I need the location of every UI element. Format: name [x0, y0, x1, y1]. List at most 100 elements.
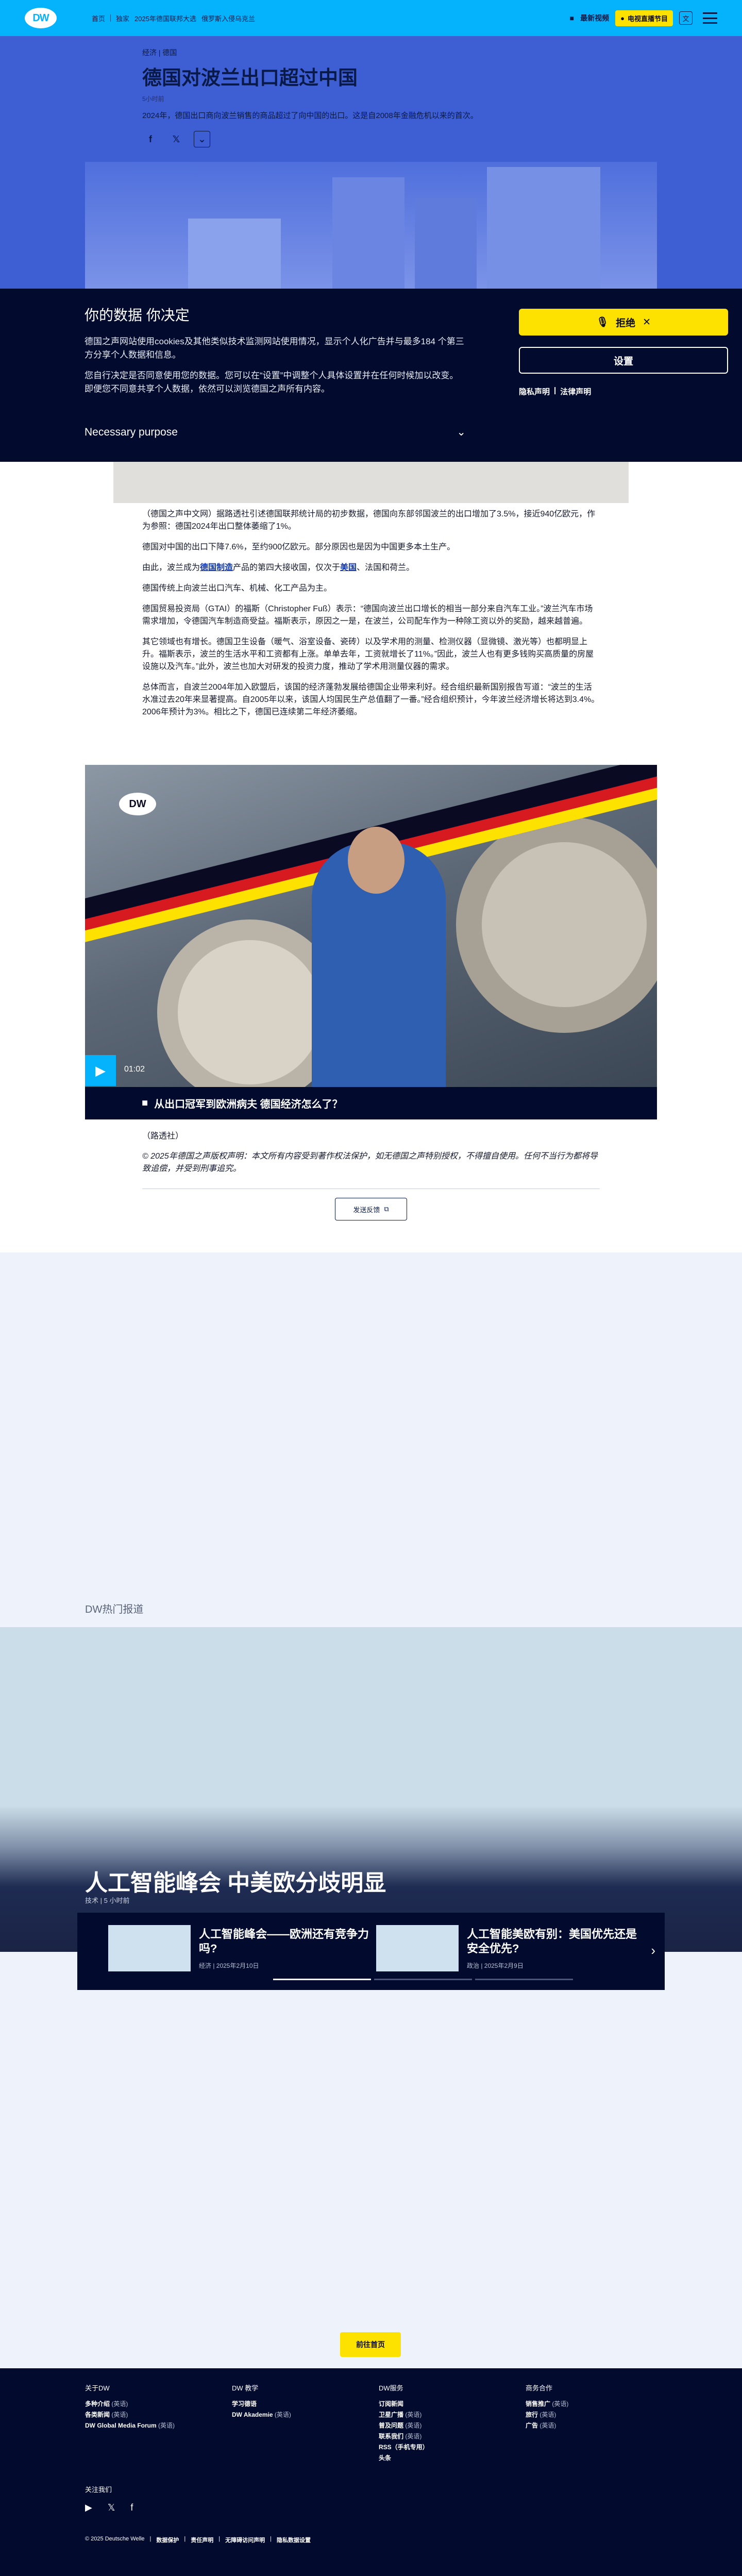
settings-button[interactable]: 设置: [519, 347, 728, 374]
footer: 关于DW 多种介绍 (英语) 各类新闻 (英语) DW Global Media…: [0, 2368, 742, 2576]
more-share-chevron-icon[interactable]: ⌄: [194, 131, 210, 147]
x-twitter-icon[interactable]: 𝕏: [168, 131, 184, 147]
hamburger-menu-icon[interactable]: [703, 12, 717, 24]
video-caption: ■ 从出口冠军到欧洲病夫 德国经济怎么了？: [85, 1087, 657, 1119]
cookie-title: 你的数据 你决定: [85, 307, 190, 323]
card-title: 人工智能美欧有别：美国优先还是安全优先?: [467, 1928, 637, 1955]
nav-item-home[interactable]: 首页: [92, 13, 105, 23]
footer-link[interactable]: 订阅新闻: [379, 2399, 523, 2410]
chevron-right-icon[interactable]: ›: [651, 1943, 655, 1959]
live-tv-icon: ●: [620, 14, 625, 22]
card-meta: 经济 | 2025年2月10日: [199, 1962, 259, 1969]
paragraph: （德国之声中文网）据路透社引述德国联邦统计局的初步数据，德国向东部邻国波兰的出口…: [142, 510, 596, 531]
footer-link[interactable]: RSS（手机专用）: [379, 2442, 523, 2453]
paragraph: 总体而言，自波兰2004年加入欧盟后，该国的经济蓬勃发展给德国企业带来利好。经合…: [142, 683, 600, 716]
carousel-card[interactable]: 人工智能峰会——欧洲还有竞争力吗? 经济 | 2025年2月10日: [108, 1925, 376, 1977]
nav-item-ukraine[interactable]: 俄罗斯入侵乌克兰: [201, 13, 255, 23]
usa-link[interactable]: 美国: [340, 563, 357, 572]
footer-link[interactable]: 各类新闻 (英语): [85, 2410, 229, 2420]
footer-link[interactable]: 广告 (英语): [526, 2420, 670, 2431]
image-placeholder-strip: [113, 462, 629, 503]
footer-link[interactable]: DW Global Media Forum (英语): [85, 2420, 229, 2431]
footer-link[interactable]: 旅行 (英语): [526, 2410, 670, 2420]
paragraph: 由此，波兰成为德国制造产品的第四大接收国，仅次于美国、法国和荷兰。: [142, 563, 415, 572]
footer-bottom-links: © 2025 Deutsche Welle | 数据保护 | 责任声明 | 无障碍访问…: [85, 2536, 311, 2544]
made-in-germany-link[interactable]: 德国制造: [200, 563, 233, 572]
reject-button[interactable]: 🎙 拒绝 ✕: [519, 309, 728, 336]
footer-link[interactable]: 多种介绍 (英语): [85, 2399, 229, 2410]
follow-us-heading: 关注我们: [85, 2486, 112, 2494]
source-credit: （路透社）: [142, 1132, 184, 1141]
footer-heading: 关于DW: [85, 2384, 110, 2392]
footer-link[interactable]: 卫星广播 (英语): [379, 2410, 523, 2420]
footer-heading: DW 教学: [232, 2384, 259, 2392]
footer-col-services: DW服务 订阅新闻 卫星广播 (英语) 普及问题 (英语) 联系我们 (英语) …: [379, 2383, 523, 2464]
reject-label: 拒绝: [616, 317, 636, 329]
carousel-card[interactable]: 人工智能美欧有别：美国优先还是安全优先? 政治 | 2025年2月9日: [376, 1925, 644, 1977]
privacy-settings-link[interactable]: 隐私数据设置: [277, 2536, 311, 2544]
footer-link[interactable]: DW Akademie (英语): [232, 2410, 376, 2420]
video-camera-icon: ■: [569, 14, 575, 22]
necessary-purpose-label: Necessary purpose: [85, 426, 178, 438]
social-links: ▶ 𝕏 f: [85, 2502, 133, 2513]
footer-col-learning: DW 教学 学习德语 DW Akademie (英语): [232, 2383, 376, 2420]
go-to-homepage-button[interactable]: 前往首页: [340, 2332, 401, 2357]
cookie-text-2: 您自行决定是否同意使用您的数据。您可以在“设置”中调整个人具体设置并在任何时候加…: [85, 371, 459, 394]
featured-topic-title[interactable]: 人工智能峰会 中美欧分歧明显: [85, 1864, 386, 1897]
breadcrumb[interactable]: 经济 | 德国: [142, 47, 596, 58]
footer-col-business: 商务合作 销售推广 (英语) 旅行 (英语) 广告 (英语): [526, 2383, 670, 2431]
hot-stories-heading: DW热门报道: [85, 1604, 144, 1615]
feedback-label: 发送反馈: [353, 1206, 380, 1214]
nav-divider: [110, 14, 111, 22]
primary-nav: 首页 独家 2025年德国联邦大选 俄罗斯入侵乌克兰: [92, 13, 255, 23]
video-duration: 01:02: [124, 1065, 145, 1074]
footer-link[interactable]: 头条: [379, 2453, 523, 2464]
article-hero: 经济 | 德国 德国对波兰出口超过中国 5小时前 2024年，德国出口商向波兰销…: [0, 36, 742, 289]
share-bar: f 𝕏 ⌄: [142, 131, 596, 147]
live-tv-label: 电视直播节目: [627, 14, 668, 23]
video-camera-icon: ■: [142, 1097, 148, 1109]
header-actions: ■ 最新视频 ● 电视直播节目 文: [570, 10, 717, 26]
featured-topic-meta: 技术 | 5 小时前: [85, 1897, 130, 1904]
publish-date: 5小时前: [142, 95, 164, 103]
youtube-icon[interactable]: ▶: [85, 2502, 92, 2513]
necessary-purpose-toggle[interactable]: Necessary purpose ⌄: [85, 426, 466, 439]
footer-link[interactable]: 学习德语: [232, 2399, 376, 2410]
microphone-icon: 🎙: [596, 317, 609, 328]
legal-link[interactable]: 法律声明: [560, 386, 591, 397]
video-dw-logo: DW: [119, 793, 156, 815]
footer-link[interactable]: 普及问题 (英语): [379, 2420, 523, 2431]
send-feedback-button[interactable]: 发送反馈 ⧉: [335, 1198, 407, 1220]
hero-image: [85, 162, 657, 289]
card-title: 人工智能峰会——欧洲还有竞争力吗?: [199, 1928, 369, 1955]
nav-item-exclusive[interactable]: 独家: [116, 13, 129, 23]
play-icon[interactable]: ▶: [85, 1055, 116, 1086]
paragraph: 其它领域也有增长。德国卫生设备（暖气、浴室设备、瓷砖）以及学术用的测量、检测仪器…: [142, 638, 594, 671]
dw-logo[interactable]: DW: [25, 8, 57, 28]
x-twitter-icon[interactable]: 𝕏: [108, 2502, 115, 2513]
paragraph: 德国传统上向波兰出口汽车、机械、化工产品为主。: [142, 584, 332, 593]
language-button[interactable]: 文: [679, 11, 693, 25]
footer-link[interactable]: 联系我们 (英语): [379, 2431, 523, 2442]
privacy-link[interactable]: 隐私声明: [519, 386, 550, 397]
disclaimer-link[interactable]: 责任声明: [191, 2536, 213, 2544]
live-tv-button[interactable]: ● 电视直播节目: [615, 10, 673, 26]
footer-link[interactable]: 销售推广 (英语): [526, 2399, 670, 2410]
topic-carousel: 人工智能峰会——欧洲还有竞争力吗? 经济 | 2025年2月10日 人工智能美欧…: [77, 1913, 665, 1990]
latest-videos-link[interactable]: 最新视频: [580, 13, 609, 23]
footer-col-about: 关于DW 多种介绍 (英语) 各类新闻 (英语) DW Global Media…: [85, 2383, 229, 2431]
featured-topic[interactable]: 人工智能峰会 中美欧分歧明显 技术 | 5 小时前: [0, 1627, 742, 1952]
facebook-icon[interactable]: f: [130, 2502, 133, 2513]
card-thumbnail: [108, 1925, 191, 1971]
card-thumbnail: [376, 1925, 459, 1971]
close-icon: ✕: [643, 316, 651, 328]
paragraph: 德国贸易投资局（GTAI）的福斯（Christopher Fuß）表示：“德国向…: [142, 605, 593, 626]
nav-item-election[interactable]: 2025年德国联邦大选: [134, 13, 196, 23]
privacy-link[interactable]: 数据保护: [156, 2536, 179, 2544]
accessibility-link[interactable]: 无障碍访问声明: [225, 2536, 265, 2544]
cookie-links: 隐私声明 | 法律声明: [519, 386, 728, 397]
video-player[interactable]: DW ▶ 01:02 ■ 从出口冠军到欧洲病夫 德国经济怎么了？: [85, 765, 657, 1119]
card-meta: 政治 | 2025年2月9日: [467, 1962, 524, 1969]
copyright-notice: © 2025年德国之声版权声明：本文所有内容受到著作权法保护，如无德国之声特别授…: [142, 1152, 598, 1173]
facebook-icon[interactable]: f: [142, 131, 159, 147]
